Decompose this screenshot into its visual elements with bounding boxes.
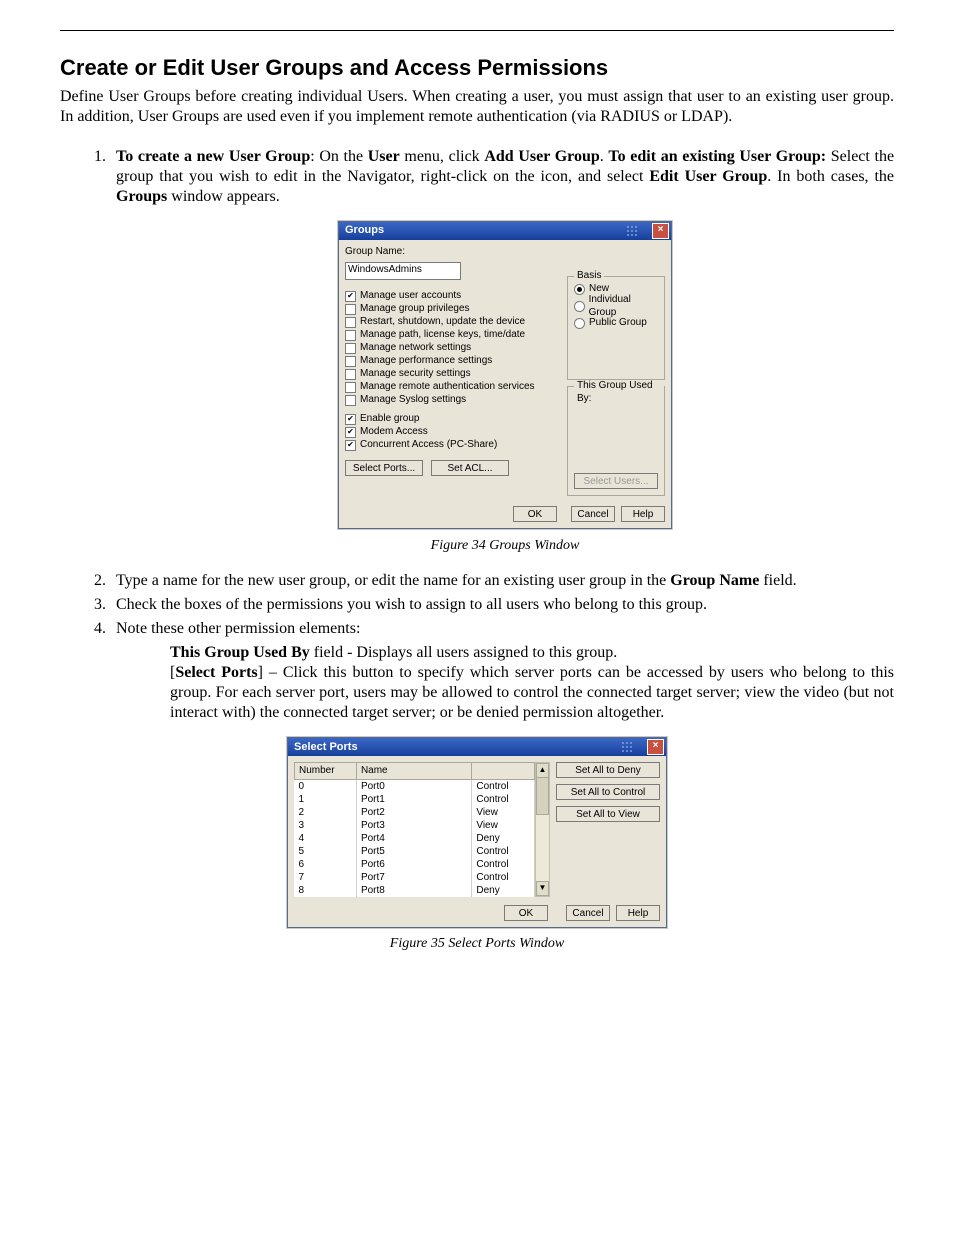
table-row: 8Port8Deny	[295, 884, 535, 897]
groups-title: Groups	[345, 224, 384, 238]
perm-label: Manage user accounts	[360, 290, 461, 303]
drag-grip-icon[interactable]	[626, 225, 648, 237]
help-button[interactable]: Help	[621, 506, 665, 522]
figure-35-caption: Figure 35 Select Ports Window	[60, 936, 894, 952]
basis-label: Public Group	[589, 317, 647, 330]
table-row: 4Port4Deny	[295, 832, 535, 845]
perm-label: Manage security settings	[360, 368, 471, 381]
sub-used-by: This Group Used By field - Displays all …	[170, 643, 894, 663]
step-2: Type a name for the new user group, or e…	[110, 571, 894, 591]
set-acl-button[interactable]: Set ACL...	[431, 460, 509, 476]
close-icon[interactable]: ×	[652, 223, 669, 239]
section-heading: Create or Edit User Groups and Access Pe…	[60, 55, 894, 81]
perm-checkbox[interactable]	[345, 343, 356, 354]
perm-label: Manage Syslog settings	[360, 394, 466, 407]
opt-label: Modem Access	[360, 426, 428, 439]
table-row: 7Port7Control	[295, 871, 535, 884]
perm-checkbox[interactable]	[345, 330, 356, 341]
group-name-label: Group Name:	[345, 246, 561, 259]
step-1: To create a new User Group: On the User …	[110, 147, 894, 555]
ports-table[interactable]: Number Name 0Port0Control 1Port1Control …	[294, 762, 535, 897]
col-name[interactable]: Name	[356, 762, 471, 779]
opt-checkbox[interactable]	[345, 427, 356, 438]
close-icon[interactable]: ×	[647, 739, 664, 755]
perm-checkbox[interactable]	[345, 356, 356, 367]
table-row: 6Port6Control	[295, 858, 535, 871]
perm-label: Manage network settings	[360, 342, 471, 355]
group-name-input[interactable]: WindowsAdmins	[345, 262, 461, 280]
basis-radio[interactable]	[574, 318, 585, 329]
basis-radio[interactable]	[574, 301, 585, 312]
perm-label: Restart, shutdown, update the device	[360, 316, 525, 329]
help-button[interactable]: Help	[616, 905, 660, 921]
ok-button[interactable]: OK	[504, 905, 548, 921]
opt-checkbox[interactable]	[345, 414, 356, 425]
this-group-legend: This Group Used By:	[574, 380, 664, 405]
scroll-down-icon[interactable]: ▼	[536, 881, 549, 896]
step-3: Check the boxes of the permissions you w…	[110, 595, 894, 615]
perm-checkbox[interactable]	[345, 369, 356, 380]
set-all-deny-button[interactable]: Set All to Deny	[556, 762, 660, 778]
perm-checkbox[interactable]	[345, 304, 356, 315]
ports-title: Select Ports	[294, 741, 358, 753]
select-ports-dialog: Select Ports × Number Name	[287, 737, 667, 928]
select-ports-button[interactable]: Select Ports...	[345, 460, 423, 476]
figure-34-caption: Figure 34 Groups Window	[116, 537, 894, 555]
col-number[interactable]: Number	[295, 762, 357, 779]
basis-legend: Basis	[574, 270, 604, 283]
permissions-list: Manage user accounts Manage group privil…	[345, 290, 561, 407]
basis-radio[interactable]	[574, 284, 585, 295]
cancel-button[interactable]: Cancel	[566, 905, 610, 921]
table-row: 0Port0Control	[295, 779, 535, 793]
perm-label: Manage remote authentication services	[360, 381, 535, 394]
table-scrollbar[interactable]: ▲ ▼	[535, 762, 550, 897]
step-4: Note these other permission elements:	[110, 619, 894, 639]
sub-select-ports: [Select Ports] – Click this button to sp…	[170, 663, 894, 723]
scroll-up-icon[interactable]: ▲	[536, 763, 549, 778]
table-row: 2Port2View	[295, 806, 535, 819]
groups-titlebar[interactable]: Groups ×	[339, 222, 671, 240]
opt-label: Enable group	[360, 413, 420, 426]
cancel-button[interactable]: Cancel	[571, 506, 615, 522]
groups-dialog: Groups × Group Name: WindowsAdmins	[338, 221, 672, 529]
drag-grip-icon[interactable]	[621, 741, 643, 753]
ports-titlebar[interactable]: Select Ports ×	[288, 738, 666, 756]
table-row: 1Port1Control	[295, 793, 535, 806]
perm-label: Manage group privileges	[360, 303, 470, 316]
perm-checkbox[interactable]	[345, 317, 356, 328]
scroll-thumb[interactable]	[536, 777, 549, 815]
basis-label: Individual Group	[589, 294, 658, 319]
intro-paragraph: Define User Groups before creating indiv…	[60, 87, 894, 127]
perm-checkbox[interactable]	[345, 395, 356, 406]
perm-checkbox[interactable]	[345, 382, 356, 393]
perm-label: Manage performance settings	[360, 355, 492, 368]
opt-checkbox[interactable]	[345, 440, 356, 451]
set-all-view-button[interactable]: Set All to View	[556, 806, 660, 822]
perm-label: Manage path, license keys, time/date	[360, 329, 525, 342]
opt-label: Concurrent Access (PC-Share)	[360, 439, 497, 452]
set-all-control-button[interactable]: Set All to Control	[556, 784, 660, 800]
table-row: 3Port3View	[295, 819, 535, 832]
col-mode[interactable]	[472, 762, 534, 779]
ok-button[interactable]: OK	[513, 506, 557, 522]
select-users-button[interactable]: Select Users...	[574, 473, 658, 489]
perm-checkbox[interactable]	[345, 291, 356, 302]
table-row: 5Port5Control	[295, 845, 535, 858]
